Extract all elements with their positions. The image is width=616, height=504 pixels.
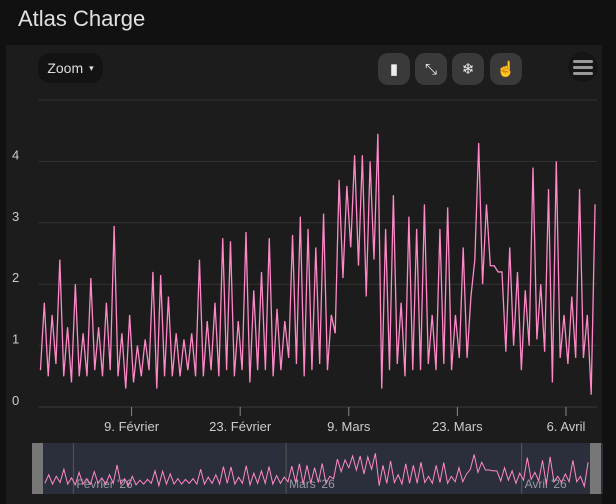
y-tick-label: 2 <box>12 270 19 285</box>
x-tick-label: 6. Avril <box>547 419 586 434</box>
navigator-handle-right[interactable] <box>590 443 601 494</box>
y-tick-label: 1 <box>12 332 19 347</box>
navigator-handle-left[interactable] <box>32 443 43 494</box>
x-tick-label: 23. Mars <box>432 419 483 434</box>
x-tick-label: 23. Février <box>209 419 272 434</box>
series-line-charge <box>39 133 596 395</box>
x-tick-label: 9. Février <box>104 419 160 434</box>
chart-svg: 0 1 2 3 4 9. Février 23. Février 9. Mars 23. Mar… <box>12 99 603 494</box>
y-tick-label: 4 <box>12 147 19 162</box>
y-tick-label: 0 <box>12 393 19 408</box>
y-tick-label: 3 <box>12 209 19 224</box>
x-tick-label: 9. Mars <box>327 419 371 434</box>
